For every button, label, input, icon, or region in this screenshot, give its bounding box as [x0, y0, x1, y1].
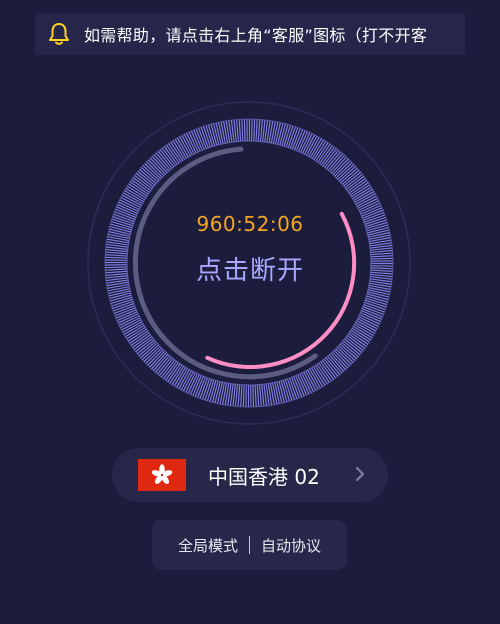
chevron-right-icon — [355, 466, 365, 482]
mode-selector[interactable]: 全局模式 自动协议 — [152, 520, 347, 570]
connection-timer: 960:52:06 — [196, 212, 304, 236]
auto-protocol-label[interactable]: 自动协议 — [261, 535, 321, 556]
global-mode-label[interactable]: 全局模式 — [178, 535, 238, 556]
hong-kong-flag-icon — [138, 459, 186, 491]
mode-divider — [249, 536, 250, 554]
dial-progress-arc — [205, 211, 357, 370]
server-selector[interactable]: 中国香港 02 — [112, 448, 388, 502]
disconnect-button[interactable]: 点击断开 — [150, 250, 350, 287]
server-name: 中国香港 02 — [208, 464, 320, 489]
